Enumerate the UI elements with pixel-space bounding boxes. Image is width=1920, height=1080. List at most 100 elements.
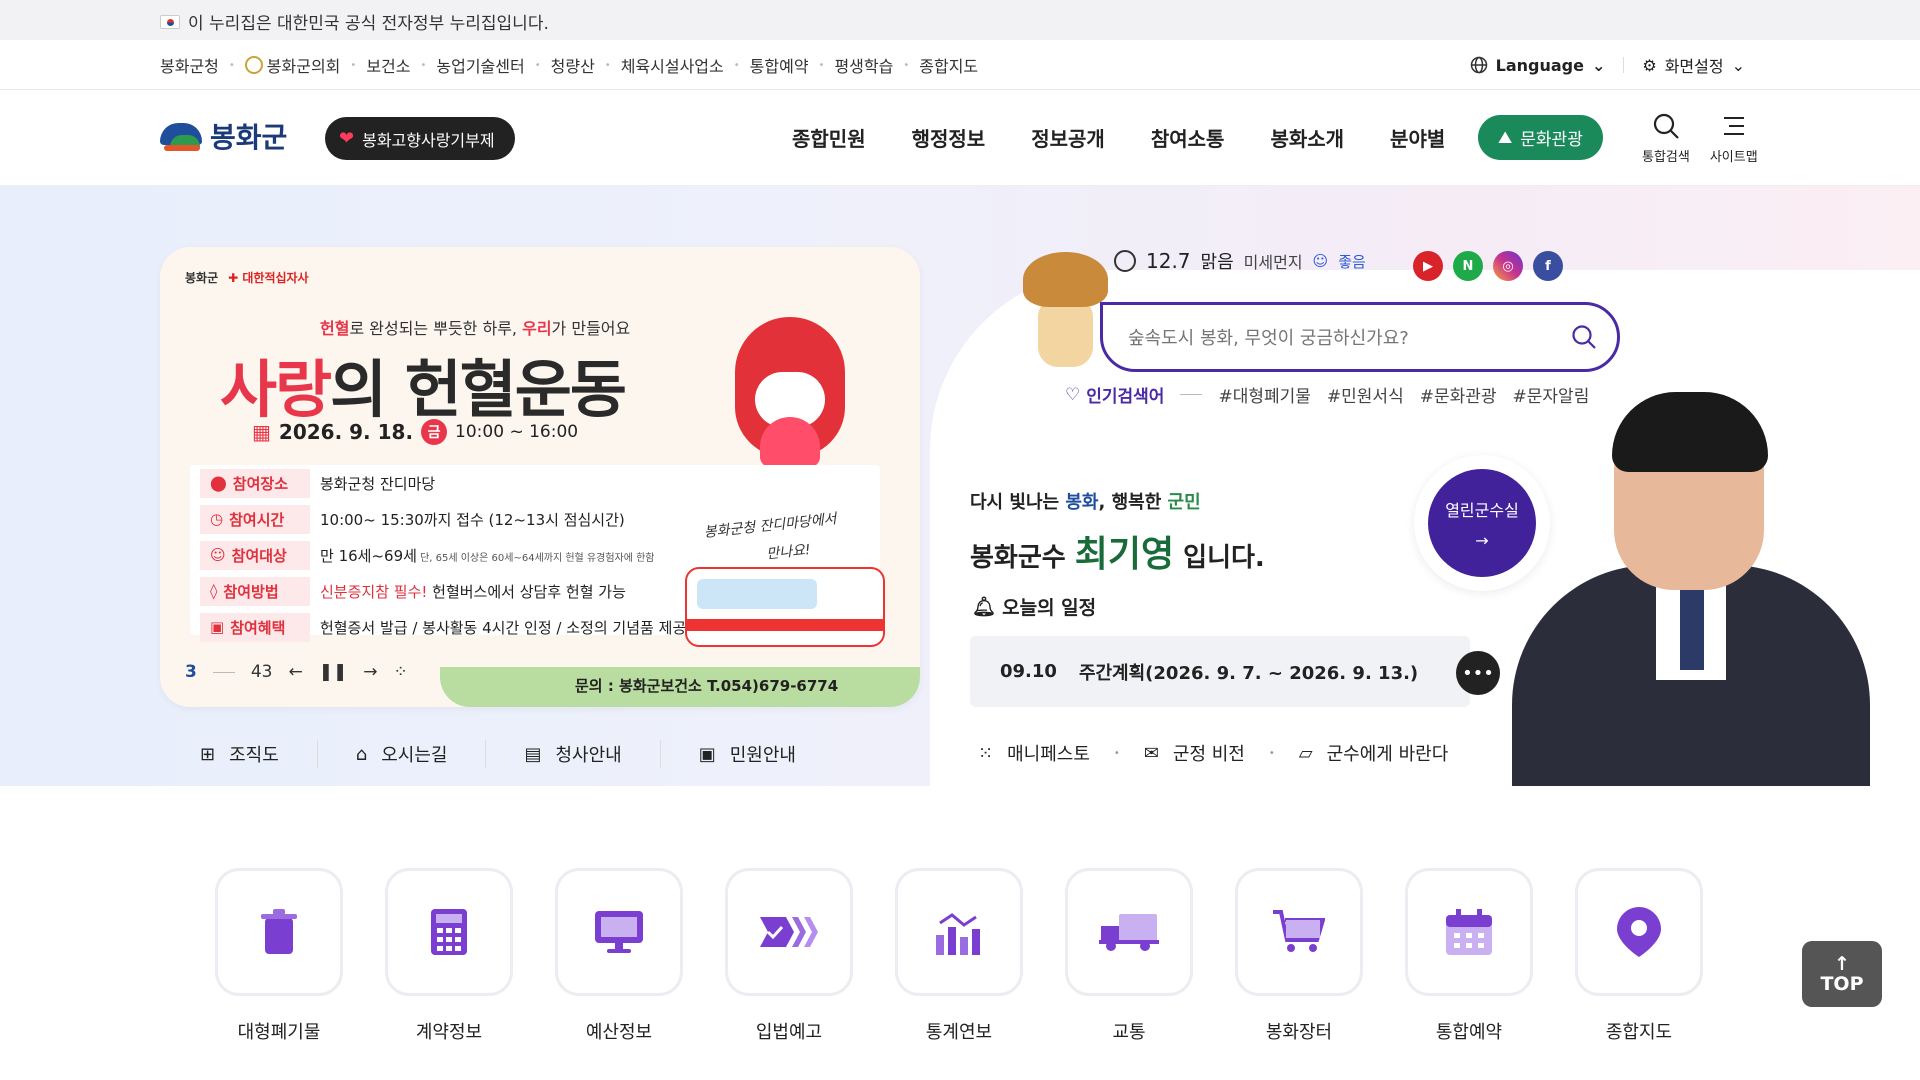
bell-icon: 🔔︎ xyxy=(972,596,997,618)
main-banner-slide[interactable]: 봉화군 ✚ 대한적십자사 헌혈로 완성되는 뿌듯한 하루, 우리가 만들어요 사… xyxy=(160,247,920,707)
quick-link-label: 오시는길 xyxy=(381,745,448,766)
grid-dots-icon[interactable]: ⁘ xyxy=(393,662,407,682)
blood-drop-mascot xyxy=(725,317,860,477)
mayor-links: ⁙ 매니페스토 • ✉ 군정 비전 • ▱ 군수에게 바란다 xyxy=(978,740,1448,766)
info-value: 헌혈버스에서 상담후 헌혈 가능 xyxy=(427,582,626,601)
service-legislation-notice[interactable]: 입법예고 xyxy=(725,868,853,1044)
keyword-tag[interactable]: #대형폐기물 xyxy=(1218,382,1310,407)
truck-icon xyxy=(1099,914,1159,951)
banner-logos: 봉화군 ✚ 대한적십자사 xyxy=(185,269,309,286)
service-general-map[interactable]: 종합지도 xyxy=(1575,868,1703,1044)
forward-arrows-icon xyxy=(760,917,818,947)
info-key: 참여방법 xyxy=(223,582,279,601)
separator: • xyxy=(818,59,825,71)
nav-item-civil-service[interactable]: 종합민원 xyxy=(792,123,866,152)
calculator-icon xyxy=(431,909,467,955)
util-link-map[interactable]: 종합지도 xyxy=(919,53,978,77)
language-selector[interactable]: Language ⌄ xyxy=(1470,56,1605,75)
quick-link-org-chart[interactable]: ⊞ 조직도 xyxy=(160,741,317,767)
banner-time: 10:00 ~ 16:00 xyxy=(455,422,579,442)
util-link-council[interactable]: 봉화군의회 xyxy=(267,53,341,77)
service-budget-info[interactable]: 예산정보 xyxy=(555,868,683,1044)
info-key: 참여시간 xyxy=(229,510,285,529)
service-transport[interactable]: 교통 xyxy=(1065,868,1193,1044)
instagram-icon[interactable]: ◎ xyxy=(1493,251,1523,281)
service-label: 대형폐기물 xyxy=(237,1022,321,1043)
service-label: 입법예고 xyxy=(755,1022,823,1043)
hometown-donation-label: 봉화고향사랑기부제 xyxy=(362,130,495,150)
main-navigation: 종합민원 행정정보 정보공개 참여소통 봉화소개 분야별 xyxy=(792,123,1445,152)
logo-emblem xyxy=(160,119,202,153)
youtube-icon[interactable]: ▶ xyxy=(1413,251,1443,281)
util-link-health-center[interactable]: 보건소 xyxy=(366,53,410,77)
info-value: 봉화군청 잔디마당 xyxy=(320,474,436,493)
info-value-wrap: 만 16세~69세 단, 65세 이상은 60세~64세까지 헌혈 유경험자에 … xyxy=(320,545,655,566)
util-link-sports[interactable]: 체육시설사업소 xyxy=(621,53,724,77)
naver-blog-icon[interactable]: N xyxy=(1453,251,1483,281)
quick-link-directions[interactable]: ⌂ 오시는길 xyxy=(318,741,486,767)
mayor-intro-prefix: 봉화군수 xyxy=(970,543,1075,573)
service-statistics[interactable]: 통계연보 xyxy=(895,868,1023,1044)
mayor-link-petition[interactable]: 군수에게 바란다 xyxy=(1327,740,1449,766)
sitemap-button[interactable]: 사이트맵 xyxy=(1710,112,1758,165)
site-logo[interactable]: 봉화군 xyxy=(160,116,287,156)
mayor-link-vision[interactable]: 군정 비전 xyxy=(1173,740,1245,766)
arrow-right-icon[interactable]: → xyxy=(363,662,377,682)
banner-title-red: 사랑 xyxy=(220,353,332,426)
keyword-tag[interactable]: #문화관광 xyxy=(1420,382,1497,407)
util-link-cheongnyangsan[interactable]: 청량산 xyxy=(551,53,595,77)
hearts-icon: ♡ xyxy=(1065,384,1081,405)
nav-item-about-bonghwa[interactable]: 봉화소개 xyxy=(1270,123,1344,152)
schedule-item[interactable]: 09.10 주간계획(2026. 9. 7. ~ 2026. 9. 13.) xyxy=(970,636,1470,707)
search-icon[interactable] xyxy=(1571,324,1597,350)
facebook-icon[interactable]: f xyxy=(1533,251,1563,281)
service-shortcuts: 대형폐기물 계약정보 예산정보 입법예고 통계연보 교통 봉화장터 통합예약 종… xyxy=(215,868,1703,1044)
service-integrated-reservation[interactable]: 통합예약 xyxy=(1405,868,1533,1044)
temperature: 12.7 xyxy=(1146,249,1191,273)
heart-icon: ❤ xyxy=(339,128,355,149)
integrated-search-button[interactable]: 통합검색 xyxy=(1642,112,1690,165)
service-label: 통계연보 xyxy=(925,1022,993,1043)
divider xyxy=(1180,394,1203,395)
quick-link-office-guide[interactable]: ▤ 청사안내 xyxy=(486,741,659,767)
util-link-lifelong-learning[interactable]: 평생학습 xyxy=(834,53,893,77)
info-key: 참여장소 xyxy=(232,474,288,493)
service-label: 봉화장터 xyxy=(1265,1022,1333,1043)
nav-item-admin-info[interactable]: 행정정보 xyxy=(912,123,986,152)
open-mayor-office-label: 열린군수실 xyxy=(1445,500,1519,520)
display-settings-label: 화면설정 xyxy=(1664,57,1724,76)
util-link-agri-center[interactable]: 농업기술센터 xyxy=(436,53,524,77)
util-link-reservation[interactable]: 통합예약 xyxy=(750,53,809,77)
more-icon[interactable]: ••• xyxy=(1456,651,1500,695)
service-contract-info[interactable]: 계약정보 xyxy=(385,868,513,1044)
nav-item-participation[interactable]: 참여소통 xyxy=(1151,123,1225,152)
scroll-top-button[interactable]: ↑ TOP xyxy=(1802,941,1882,1007)
display-settings[interactable]: ⚙ 화면설정 ⌄ xyxy=(1642,53,1745,77)
service-large-waste[interactable]: 대형폐기물 xyxy=(215,868,343,1044)
person-icon: ☺ 참여대상 xyxy=(200,540,310,570)
mayor-photo xyxy=(1512,392,1870,786)
pause-icon[interactable]: ❚❚ xyxy=(319,662,348,682)
search-icon xyxy=(1653,113,1679,139)
separator: • xyxy=(1113,747,1120,759)
fine-dust-label: 미세먼지 xyxy=(1243,253,1303,272)
quick-link-civil-guide[interactable]: ▣ 민원안내 xyxy=(661,741,834,767)
slide-total: 43 xyxy=(250,662,273,682)
separator: • xyxy=(903,59,910,71)
quick-links: ⊞ 조직도 ⌂ 오시는길 ▤ 청사안내 ▣ 민원안내 xyxy=(160,740,834,768)
hometown-donation-button[interactable]: ❤ 봉화고향사랑기부제 xyxy=(325,117,515,160)
banner-logo-redcross: ✚ 대한적십자사 xyxy=(228,271,309,285)
divider xyxy=(1623,57,1625,73)
keyword-tag[interactable]: #민원서식 xyxy=(1327,382,1404,407)
mayor-link-manifesto[interactable]: 매니페스토 xyxy=(1007,740,1090,766)
location-pin-icon: ⬤ 참여장소 xyxy=(200,468,310,498)
culture-tourism-button[interactable]: ⛰ 문화관광 xyxy=(1478,115,1603,160)
nav-item-by-field[interactable]: 분야별 xyxy=(1390,123,1445,152)
util-link-county-office[interactable]: 봉화군청 xyxy=(160,53,219,77)
service-bonghwa-market[interactable]: 봉화장터 xyxy=(1235,868,1363,1044)
nav-item-info-disclosure[interactable]: 정보공개 xyxy=(1031,123,1105,152)
korea-flag-icon xyxy=(160,14,180,29)
search-input[interactable] xyxy=(1128,323,1548,353)
arrow-left-icon[interactable]: ← xyxy=(288,662,302,682)
smile-icon: ☺ xyxy=(1312,252,1329,270)
